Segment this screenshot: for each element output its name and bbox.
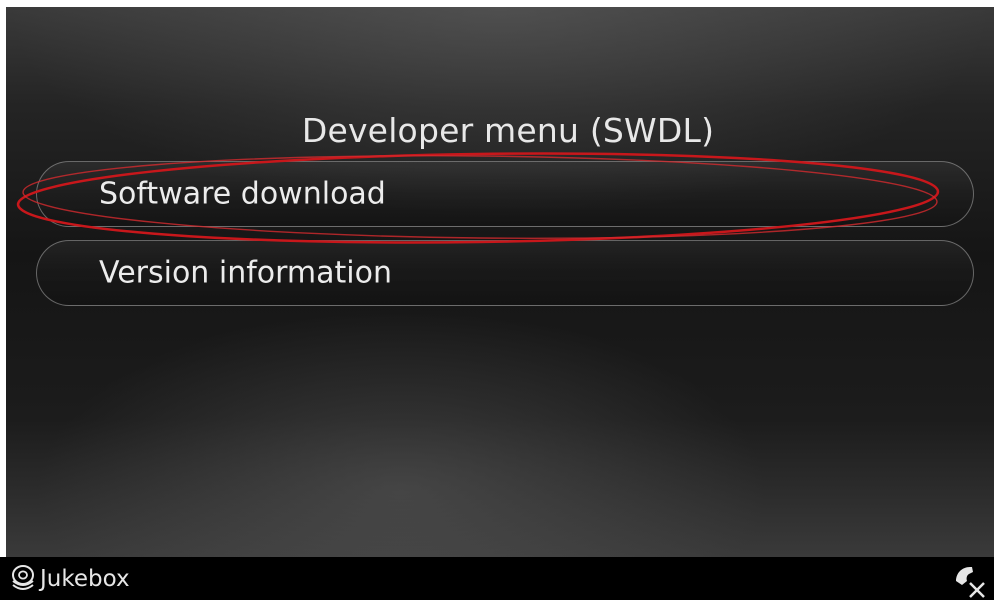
developer-menu-screen: Developer menu (SWDL) Software download … <box>6 7 994 557</box>
status-bar: Jukebox <box>0 557 994 600</box>
phone-disconnected-icon[interactable] <box>948 561 988 599</box>
jukebox-disc-stack-icon[interactable] <box>10 565 36 593</box>
menu-item-label: Software download <box>99 176 386 212</box>
menu-item-software-download[interactable]: Software download <box>36 161 974 227</box>
page-title: Developer menu (SWDL) <box>301 111 715 150</box>
audio-source-label[interactable]: Jukebox <box>40 566 130 592</box>
app-frame: Developer menu (SWDL) Software download … <box>0 0 994 600</box>
menu-item-version-information[interactable]: Version information <box>36 240 974 306</box>
menu-item-label: Version information <box>99 255 392 291</box>
